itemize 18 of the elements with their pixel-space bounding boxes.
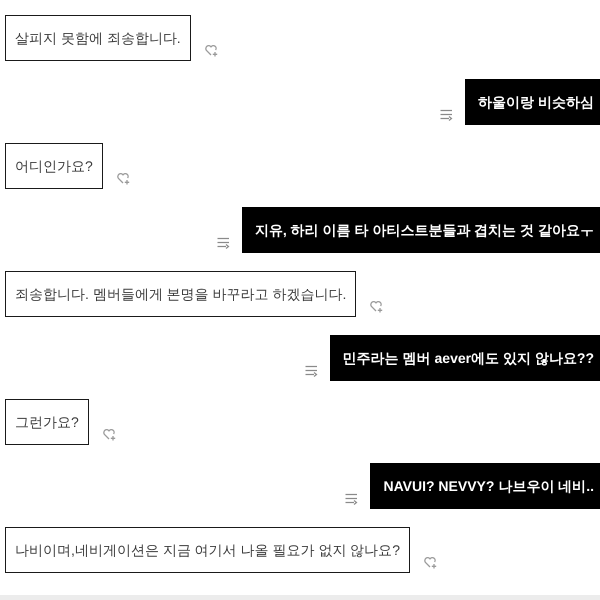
list-icon[interactable] [440, 109, 454, 121]
received-message: 그런가요? [5, 399, 89, 445]
received-message: 살피지 못함에 죄송합니다. [5, 15, 191, 61]
heart-icon[interactable] [102, 428, 117, 441]
heart-icon[interactable] [370, 300, 384, 313]
heart-icon[interactable] [424, 556, 438, 569]
heart-icon[interactable] [204, 44, 219, 57]
list-icon[interactable] [216, 237, 230, 249]
list-icon[interactable] [345, 493, 358, 505]
heart-icon[interactable] [116, 172, 131, 185]
received-message: 죄송합니다. 멤버들에게 본명을 바꾸라고 하겠습니다. [5, 271, 356, 317]
received-message: 나비이며,네비게이션은 지금 여기서 나올 필요가 없지 않나요? [5, 527, 410, 573]
sent-message: 하울이랑 비슷하심 [465, 79, 600, 125]
sent-message: 지유, 하리 이름 타 아티스트분들과 겹치는 것 같아요ㅜ [242, 207, 600, 253]
list-icon[interactable] [304, 365, 318, 377]
sent-message: NAVUI? NEVVY? 나브우이 네비.. [370, 463, 600, 509]
received-message: 어디인가요? [5, 143, 103, 189]
sent-message: 민주라는 멤버 aever에도 있지 않나요?? [330, 335, 600, 381]
